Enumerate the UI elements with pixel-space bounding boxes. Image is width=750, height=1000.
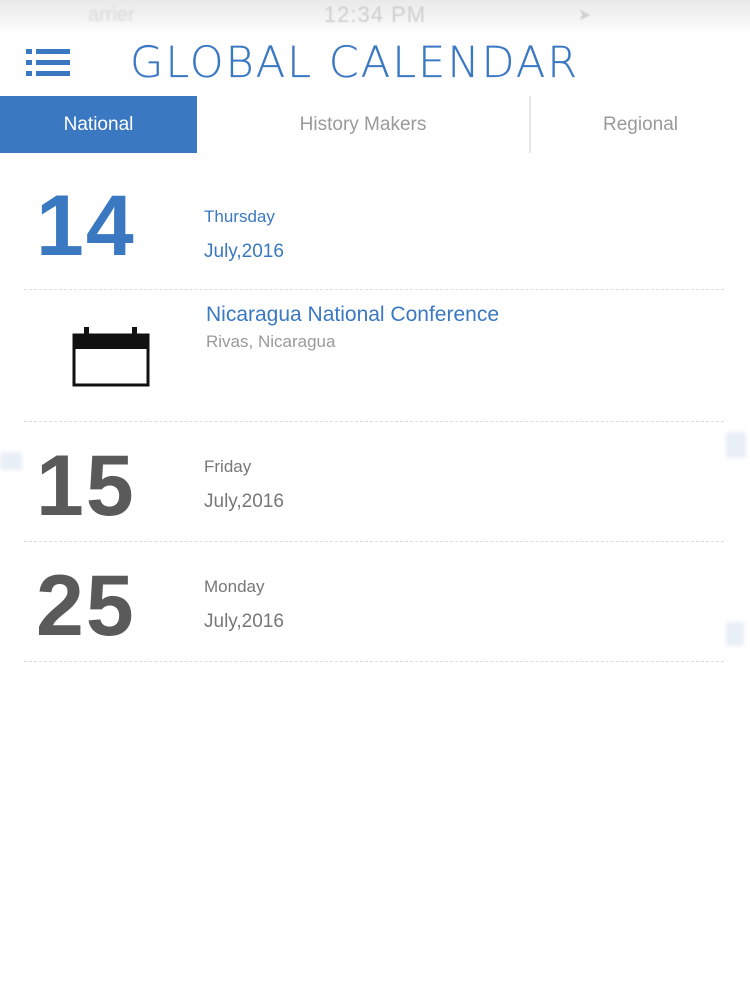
tab-bar: National History Makers Regional <box>0 96 750 153</box>
date-row-15[interactable]: 15 Friday July,2016 <box>0 421 750 542</box>
tab-regional[interactable]: Regional <box>531 96 750 153</box>
day-number: 25 <box>36 558 136 654</box>
row-divider <box>24 661 724 662</box>
calendar-list: 14 Thursday July,2016 Nicaragua National… <box>0 153 750 662</box>
event-title: Nicaragua National Conference <box>206 303 500 326</box>
weekday-label: Thursday <box>204 207 275 226</box>
weekday-label: Friday <box>204 457 252 476</box>
day-number: 15 <box>36 438 136 534</box>
edge-artifact <box>0 452 22 470</box>
status-time: 12:34 PM <box>323 2 427 27</box>
date-row-14[interactable]: 14 Thursday July,2016 <box>0 153 750 290</box>
month-year-label: July,2016 <box>204 491 284 512</box>
app-header: GLOBAL CALENDAR <box>0 34 750 96</box>
event-location: Rivas, Nicaragua <box>206 332 336 351</box>
menu-list-icon[interactable] <box>26 48 70 78</box>
app-screen: arrier 12:34 PM ➤ GLOBAL CALENDAR Nation… <box>0 0 750 1000</box>
tab-national[interactable]: National <box>0 96 197 153</box>
edge-artifact <box>726 432 746 458</box>
calendar-icon-svg <box>72 327 150 387</box>
tab-history-makers[interactable]: History Makers <box>197 96 531 153</box>
status-bar: arrier 12:34 PM ➤ <box>0 0 750 34</box>
month-year-label: July,2016 <box>204 611 284 632</box>
month-year-label: July,2016 <box>204 241 284 262</box>
menu-list-icon-svg <box>26 49 70 76</box>
location-arrow-icon: ➤ <box>578 7 592 24</box>
calendar-icon <box>72 327 152 389</box>
date-row-25[interactable]: 25 Monday July,2016 <box>0 541 750 662</box>
event-item[interactable]: Nicaragua National Conference Rivas, Nic… <box>0 289 750 422</box>
weekday-label: Monday <box>204 577 265 596</box>
app-title: GLOBAL CALENDAR <box>130 38 580 88</box>
day-number: 14 <box>36 178 136 274</box>
edge-artifact <box>726 622 744 646</box>
